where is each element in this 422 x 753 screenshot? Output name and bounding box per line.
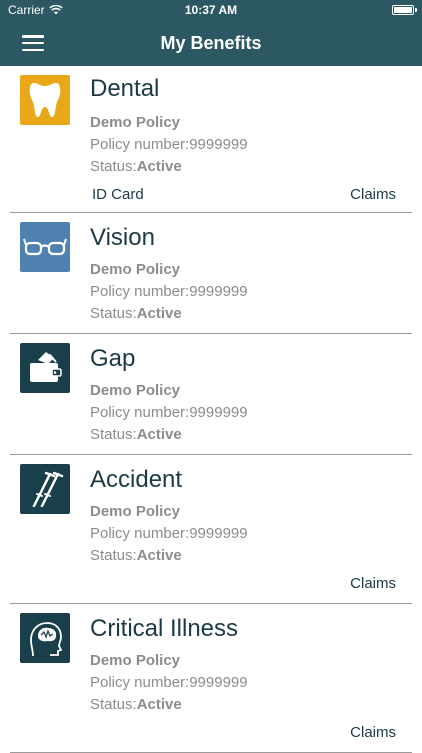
menu-line xyxy=(22,41,44,45)
status-label: Status: xyxy=(90,696,137,713)
policy-number: Policy number:9999999 xyxy=(90,525,248,542)
benefit-card-gap[interactable]: Gap Demo Policy Policy number:9999999 St… xyxy=(10,334,412,455)
benefit-card-accident[interactable]: Accident Demo Policy Policy number:99999… xyxy=(10,455,412,604)
id-card-link[interactable]: ID Card xyxy=(92,186,144,203)
claims-link[interactable]: Claims xyxy=(350,575,396,592)
policy-name: Demo Policy xyxy=(90,114,181,131)
status-value: Active xyxy=(136,158,182,175)
policy-number-label: Policy number: xyxy=(90,283,190,300)
policy-status: Status:Active xyxy=(90,158,182,175)
claims-link[interactable]: Claims xyxy=(350,724,396,741)
benefit-title: Gap xyxy=(90,345,136,372)
policy-number-label: Policy number: xyxy=(90,674,190,691)
policy-name: Demo Policy xyxy=(90,652,181,669)
benefit-title: Critical Illness xyxy=(90,615,239,642)
status-value: Active xyxy=(136,696,182,713)
policy-number-label: Policy number: xyxy=(90,136,190,153)
policy-number: Policy number:9999999 xyxy=(90,674,248,691)
policy-number-value: 9999999 xyxy=(189,136,248,153)
policy-name: Demo Policy xyxy=(90,503,181,520)
benefit-title: Vision xyxy=(90,224,155,251)
nav-bar: My Benefits xyxy=(0,20,422,66)
status-label: Status: xyxy=(90,305,137,322)
policy-number-value: 9999999 xyxy=(189,674,248,691)
policy-number-label: Policy number: xyxy=(90,525,190,542)
status-value: Active xyxy=(136,305,182,322)
policy-status: Status:Active xyxy=(90,305,182,322)
benefit-title: Accident xyxy=(90,466,183,493)
brain-icon xyxy=(20,613,70,663)
status-label: Status: xyxy=(90,158,137,175)
policy-number: Policy number:9999999 xyxy=(90,283,248,300)
tooth-icon xyxy=(20,75,70,125)
status-value: Active xyxy=(136,426,182,443)
policy-number-value: 9999999 xyxy=(189,525,248,542)
policy-number-label: Policy number: xyxy=(90,404,190,421)
policy-status: Status:Active xyxy=(90,426,182,443)
wifi-icon xyxy=(48,5,63,15)
benefit-card-dental[interactable]: Dental Demo Policy Policy number:9999999… xyxy=(10,66,412,213)
benefit-card-critical-illness[interactable]: Critical Illness Demo Policy Policy numb… xyxy=(10,604,412,753)
status-value: Active xyxy=(136,547,182,564)
status-label: Status: xyxy=(90,547,137,564)
policy-number-value: 9999999 xyxy=(189,404,248,421)
policy-number-value: 9999999 xyxy=(189,283,248,300)
glasses-icon xyxy=(20,222,70,272)
benefit-card-vision[interactable]: Vision Demo Policy Policy number:9999999… xyxy=(10,213,412,334)
menu-line xyxy=(22,48,44,51)
policy-name: Demo Policy xyxy=(90,261,181,278)
benefits-list: Dental Demo Policy Policy number:9999999… xyxy=(0,66,422,753)
wallet-icon xyxy=(20,343,70,393)
policy-number: Policy number:9999999 xyxy=(90,404,248,421)
status-bar: Carrier 10:37 AM xyxy=(0,0,422,20)
status-label: Status: xyxy=(90,426,137,443)
crutches-icon xyxy=(20,464,70,514)
battery-icon xyxy=(392,5,417,15)
benefit-title: Dental xyxy=(90,75,160,102)
policy-status: Status:Active xyxy=(90,696,182,713)
status-time: 10:37 AM xyxy=(184,3,238,17)
policy-status: Status:Active xyxy=(90,547,182,564)
carrier-label: Carrier xyxy=(8,3,45,17)
menu-line xyxy=(22,35,44,38)
page-title: My Benefits xyxy=(160,32,262,53)
policy-number: Policy number:9999999 xyxy=(90,136,248,153)
claims-link[interactable]: Claims xyxy=(350,186,396,203)
status-left: Carrier xyxy=(8,3,63,17)
policy-name: Demo Policy xyxy=(90,382,181,399)
hamburger-menu-button[interactable] xyxy=(22,35,44,51)
